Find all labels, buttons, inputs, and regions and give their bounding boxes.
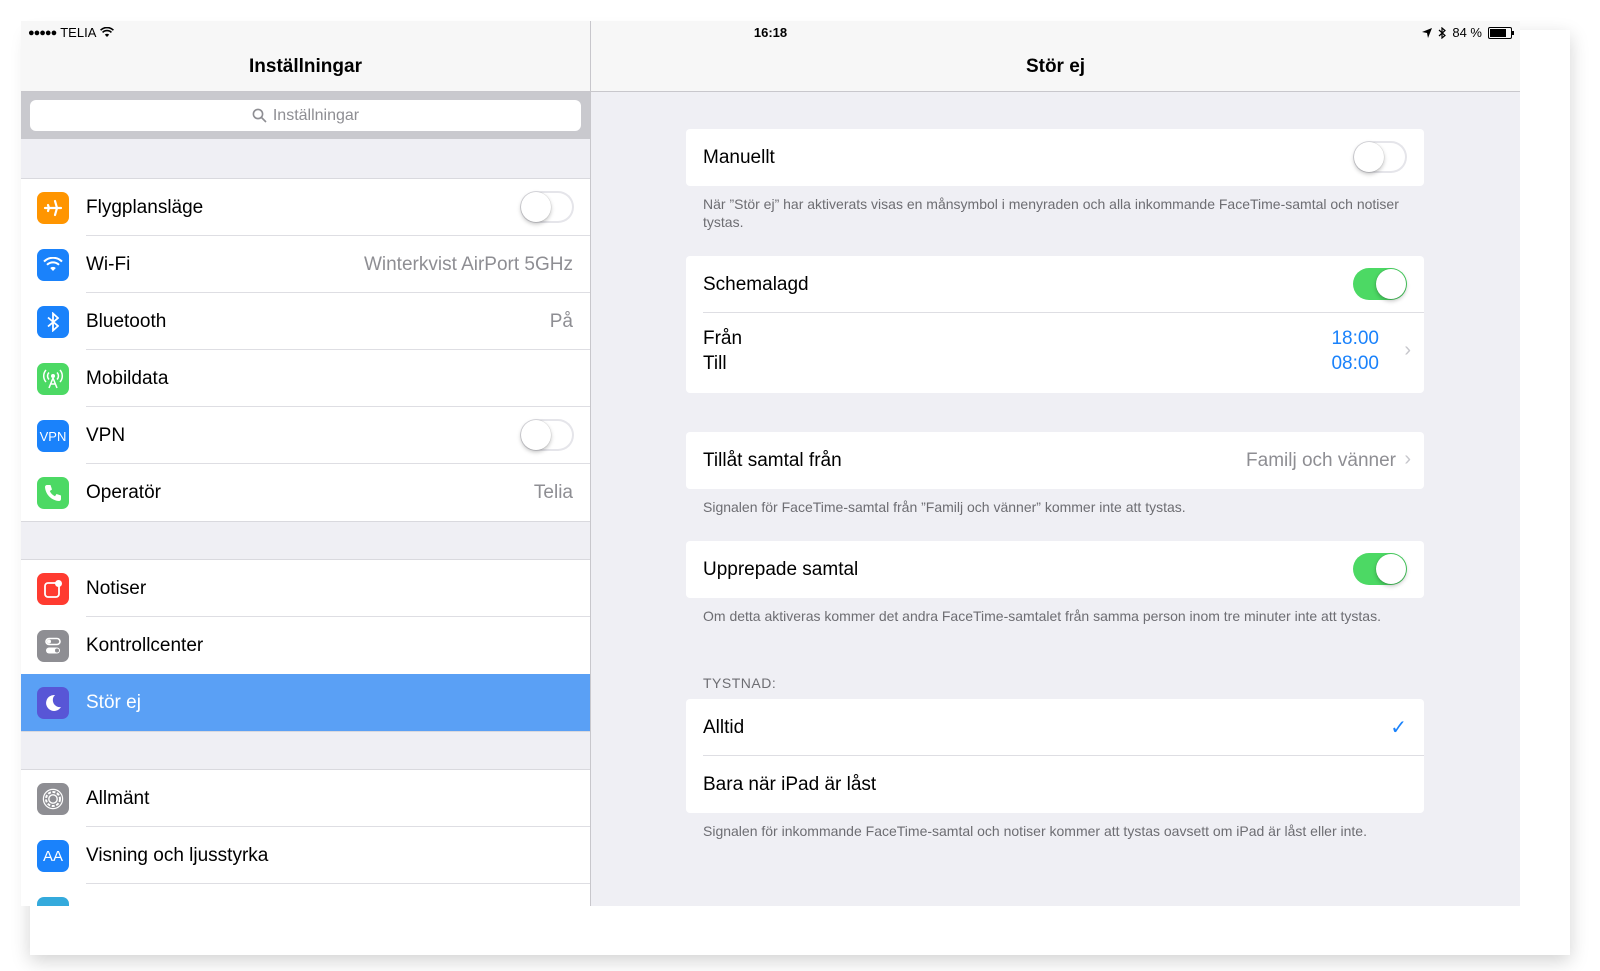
gear-icon: [37, 783, 69, 815]
settings-group-general: Allmänt AA Visning och ljusstyrka: [21, 769, 590, 906]
antenna-icon: [37, 363, 69, 395]
allow-calls-value: Familj och vänner: [1246, 450, 1396, 471]
silence-locked-row[interactable]: Bara när iPad är låst: [686, 756, 1424, 813]
silence-footer: Signalen för inkommande FaceTime-samtal …: [703, 823, 1367, 839]
bluetooth-status-icon: [1438, 26, 1447, 39]
search-input[interactable]: Inställningar: [30, 100, 581, 131]
sidebar-item-partial[interactable]: [21, 884, 590, 906]
sidebar-item-mobile-data[interactable]: Mobildata: [21, 350, 590, 407]
sidebar-item-bluetooth[interactable]: Bluetooth På: [21, 293, 590, 350]
settings-group-connectivity: Flygplansläge Wi-Fi Winterkvist AirPort …: [21, 178, 590, 522]
manual-toggle[interactable]: [1353, 141, 1407, 173]
manual-row: Manuellt: [686, 129, 1424, 186]
sidebar-title: Inställningar: [249, 56, 362, 77]
schedule-time-row[interactable]: Från Till 18:00 08:00 ›: [686, 313, 1424, 393]
phone-icon: [37, 477, 69, 509]
sidebar-item-label: Kontrollcenter: [86, 634, 204, 656]
airplane-icon: [37, 192, 69, 224]
status-time: 16:18: [753, 25, 788, 40]
manual-card: Manuellt: [686, 129, 1424, 186]
scheduled-card: Schemalagd Från Till 18:00 08:00 ›: [686, 256, 1424, 393]
sidebar-item-label: Operatör: [86, 481, 161, 503]
sidebar-item-label: Flygplansläge: [86, 196, 204, 218]
silence-section-header: TYSTNAD:: [703, 675, 777, 691]
allow-calls-footer: Signalen för FaceTime-samtal från ”Famil…: [703, 499, 1186, 515]
display-icon: AA: [37, 840, 69, 872]
repeated-calls-row: Upprepade samtal: [686, 541, 1424, 598]
scheduled-row: Schemalagd: [686, 256, 1424, 313]
sidebar-item-display-brightness[interactable]: AA Visning och ljusstyrka: [21, 827, 590, 884]
status-bar: ●●●●● TELIA 16:18 84 %: [21, 21, 1520, 43]
checkmark-icon: ✓: [1390, 717, 1407, 739]
silence-locked-label: Bara när iPad är låst: [703, 774, 877, 795]
search-icon: [252, 108, 267, 123]
scheduled-toggle[interactable]: [1353, 268, 1407, 300]
scheduled-label: Schemalagd: [703, 274, 809, 295]
location-icon: [1422, 27, 1433, 38]
airplane-mode-toggle[interactable]: [520, 191, 574, 223]
search-placeholder: Inställningar: [272, 106, 360, 124]
sidebar-item-wifi[interactable]: Wi-Fi Winterkvist AirPort 5GHz: [21, 236, 590, 293]
repeated-calls-card: Upprepade samtal: [686, 541, 1424, 598]
sidebar-item-control-center[interactable]: Kontrollcenter: [21, 617, 590, 674]
repeated-calls-footer: Om detta aktiveras kommer det andra Face…: [703, 608, 1381, 624]
status-right: 84 %: [1422, 25, 1514, 40]
vpn-icon: VPN: [37, 420, 69, 452]
sidebar-item-label: Stör ej: [86, 691, 141, 713]
settings-group-notifications: Notiser Kontrollcenter Stör ej: [21, 559, 590, 732]
sidebar-item-do-not-disturb[interactable]: Stör ej: [21, 674, 590, 731]
wifi-network-value: Winterkvist AirPort 5GHz: [363, 253, 573, 275]
settings-sidebar: Inställningar Inställningar Flygplansläg…: [21, 21, 591, 906]
to-label: Till: [703, 353, 727, 374]
wallpaper-icon: [37, 897, 69, 906]
sidebar-item-label: Notiser: [86, 577, 147, 599]
sidebar-item-operator[interactable]: Operatör Telia: [21, 464, 590, 521]
chevron-right-icon: ›: [1404, 448, 1411, 470]
sidebar-item-airplane-mode[interactable]: Flygplansläge: [21, 179, 590, 236]
sidebar-item-label: VPN: [86, 424, 126, 446]
allow-calls-card: Tillåt samtal från Familj och vänner ›: [686, 432, 1424, 489]
ipad-screen: ●●●●● TELIA 16:18 84 % Inställningar Ins…: [21, 21, 1520, 906]
chevron-right-icon: ›: [1404, 339, 1411, 361]
silence-card: Alltid ✓ Bara när iPad är låst: [686, 699, 1424, 813]
control-center-icon: [37, 630, 69, 662]
allow-calls-row[interactable]: Tillåt samtal från Familj och vänner ›: [686, 432, 1424, 489]
sidebar-item-label: Bluetooth: [86, 310, 167, 332]
wifi-icon: [37, 249, 69, 281]
sidebar-item-label: Wi-Fi: [86, 253, 131, 275]
notifications-icon: [37, 573, 69, 605]
allow-calls-label: Tillåt samtal från: [703, 450, 842, 471]
repeated-calls-toggle[interactable]: [1353, 553, 1407, 585]
repeated-calls-label: Upprepade samtal: [703, 559, 859, 580]
sidebar-item-label: Mobildata: [86, 367, 169, 389]
moon-icon: [37, 687, 69, 719]
do-not-disturb-detail: Stör ej Manuellt När ”Stör ej” har aktiv…: [591, 21, 1520, 906]
sidebar-item-label: Visning och ljusstyrka: [86, 844, 269, 866]
sidebar-item-notifications[interactable]: Notiser: [21, 560, 590, 617]
bluetooth-value: På: [549, 310, 573, 332]
battery-icon: [1488, 26, 1514, 39]
manual-label: Manuellt: [703, 147, 775, 168]
vpn-toggle[interactable]: [520, 419, 574, 451]
operator-value: Telia: [533, 481, 573, 503]
silence-always-label: Alltid: [703, 717, 745, 738]
to-time-value: 08:00: [1331, 353, 1379, 374]
detail-title: Stör ej: [1025, 56, 1086, 77]
sidebar-item-general[interactable]: Allmänt: [21, 770, 590, 827]
silence-always-row[interactable]: Alltid ✓: [686, 699, 1424, 756]
sidebar-item-label: Allmänt: [86, 787, 150, 809]
battery-percent: 84 %: [1452, 25, 1482, 40]
sidebar-item-vpn[interactable]: VPN VPN: [21, 407, 590, 464]
manual-footer: När ”Stör ej” har aktiverats visas en må…: [703, 196, 1399, 230]
from-time-value: 18:00: [1331, 328, 1379, 349]
from-label: Från: [703, 328, 743, 349]
bluetooth-icon: [37, 306, 69, 338]
search-bar-container: Inställningar: [21, 92, 590, 139]
